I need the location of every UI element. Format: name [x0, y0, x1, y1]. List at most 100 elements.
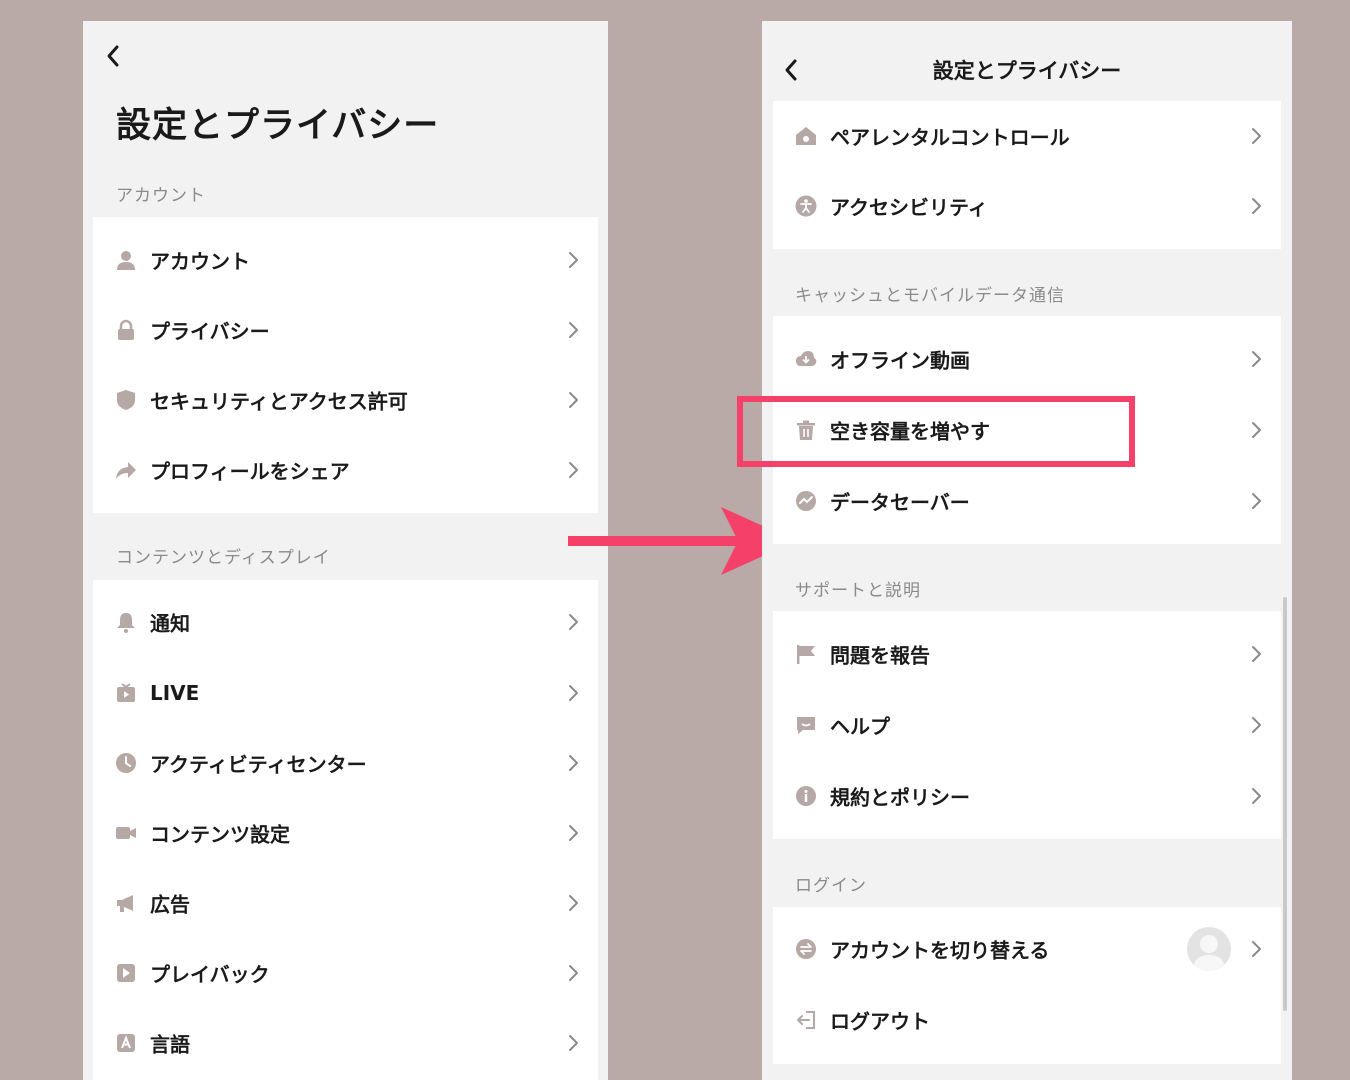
chevron-right-icon [1252, 351, 1261, 367]
account-card: アカウント プライバシー セキュリティとアクセス許可 プロフィールをシェア [93, 217, 598, 513]
cloud-download-icon [795, 348, 817, 370]
menu-item-label: ペアレンタルコントロール [830, 125, 1070, 150]
chevron-right-icon [1252, 128, 1261, 144]
menu-item-label: コンテンツ設定 [150, 822, 290, 847]
menu-item-label: プライバシー [150, 319, 270, 344]
menu-item-security[interactable]: セキュリティとアクセス許可 [93, 365, 598, 435]
flag-icon [795, 643, 817, 665]
menu-item-help[interactable]: ヘルプ [773, 690, 1281, 760]
menu-item-label: アカウント [150, 249, 250, 274]
cache-card: オフライン動画 空き容量を増やす データセーバー [773, 316, 1281, 544]
menu-item-label: オフライン動画 [830, 348, 970, 373]
megaphone-icon [115, 892, 137, 914]
chevron-right-icon [1252, 788, 1261, 804]
settings-screen-left: 設定とプライバシー アカウント アカウント プライバシー セキュリティとアクセス… [83, 21, 608, 1080]
section-label-content-display: コンテンツとディスプレイ [116, 548, 331, 568]
chevron-right-icon [569, 614, 578, 630]
menu-item-label: 広告 [150, 892, 190, 917]
video-camera-icon [115, 822, 137, 844]
menu-item-content-settings[interactable]: コンテンツ設定 [93, 798, 598, 868]
logout-icon [795, 1009, 817, 1031]
menu-item-label: ログアウト [830, 1009, 930, 1034]
person-icon [115, 249, 137, 271]
menu-item-offline-videos[interactable]: オフライン動画 [773, 324, 1281, 394]
switch-icon [795, 938, 817, 960]
chevron-right-icon [1252, 198, 1261, 214]
info-icon [795, 785, 817, 807]
shield-icon [115, 389, 137, 411]
clock-icon [115, 752, 137, 774]
chevron-right-icon [569, 1035, 578, 1051]
menu-item-accessibility[interactable]: アクセシビリティ [773, 171, 1281, 241]
menu-item-live[interactable]: LIVE [93, 658, 598, 728]
top-card: ペアレンタルコントロール アクセシビリティ [773, 101, 1281, 249]
chevron-right-icon [569, 685, 578, 701]
chevron-right-icon [1252, 941, 1261, 957]
chevron-right-icon [569, 895, 578, 911]
menu-item-label: 空き容量を増やす [830, 419, 990, 444]
menu-item-free-up-space[interactable]: 空き容量を増やす [773, 395, 1281, 465]
chevron-right-icon [1252, 493, 1261, 509]
chevron-right-icon [569, 825, 578, 841]
back-button[interactable] [99, 41, 135, 77]
settings-screen-right: 設定とプライバシー ペアレンタルコントロール アクセシビリティ キャッシュとモバ… [762, 21, 1292, 1080]
scrollbar[interactable] [1283, 597, 1287, 1011]
data-saver-icon [795, 490, 817, 512]
chevron-right-icon [569, 252, 578, 268]
chevron-right-icon [1252, 422, 1261, 438]
section-label-cache: キャッシュとモバイルデータ通信 [795, 286, 1065, 306]
chevron-right-icon [1252, 646, 1261, 662]
menu-item-terms-policies[interactable]: 規約とポリシー [773, 761, 1281, 831]
menu-item-label: アカウントを切り替える [830, 938, 1050, 963]
menu-item-playback[interactable]: プレイバック [93, 938, 598, 1008]
bell-icon [115, 611, 137, 633]
section-label-login: ログイン [795, 876, 867, 896]
menu-item-label: プロフィールをシェア [150, 459, 350, 484]
menu-item-label: 言語 [150, 1032, 190, 1057]
menu-item-label: プレイバック [150, 962, 270, 987]
menu-item-language[interactable]: 言語 [93, 1008, 598, 1078]
support-card: 問題を報告 ヘルプ 規約とポリシー [773, 611, 1281, 839]
menu-item-account[interactable]: アカウント [93, 225, 598, 295]
menu-item-ads[interactable]: 広告 [93, 868, 598, 938]
menu-item-logout[interactable]: ログアウト [773, 985, 1281, 1055]
section-label-account: アカウント [116, 186, 206, 206]
chevron-left-icon [107, 45, 119, 67]
menu-item-label: LIVE [150, 681, 200, 705]
chevron-right-icon [1252, 717, 1261, 733]
content-display-card: 通知 LIVE アクティビティセンター コンテンツ設定 広告 プレイバック 言語 [93, 580, 598, 1080]
menu-item-label: アクセシビリティ [830, 195, 988, 220]
section-label-support: サポートと説明 [795, 581, 921, 601]
chevron-right-icon [569, 322, 578, 338]
menu-item-label: 問題を報告 [830, 643, 930, 668]
menu-item-data-saver[interactable]: データセーバー [773, 466, 1281, 536]
menu-item-label: アクティビティセンター [150, 752, 367, 777]
home-icon [795, 125, 817, 147]
menu-item-parental-control[interactable]: ペアレンタルコントロール [773, 101, 1281, 171]
accessibility-icon [795, 195, 817, 217]
login-card: アカウントを切り替える ログアウト [773, 907, 1281, 1064]
menu-item-switch-account[interactable]: アカウントを切り替える [773, 914, 1281, 984]
menu-item-label: 通知 [150, 611, 190, 636]
chevron-right-icon [569, 755, 578, 771]
chevron-right-icon [569, 462, 578, 478]
page-title: 設定とプライバシー [116, 106, 440, 146]
language-icon [115, 1032, 137, 1054]
chevron-right-icon [569, 392, 578, 408]
chevron-right-icon [569, 965, 578, 981]
menu-item-label: データセーバー [830, 490, 970, 515]
menu-item-share-profile[interactable]: プロフィールをシェア [93, 435, 598, 505]
menu-item-label: ヘルプ [830, 714, 890, 739]
menu-item-report-problem[interactable]: 問題を報告 [773, 619, 1281, 689]
lock-icon [115, 319, 137, 341]
menu-item-privacy[interactable]: プライバシー [93, 295, 598, 365]
trash-icon [795, 419, 817, 441]
menu-item-label: 規約とポリシー [830, 785, 970, 810]
menu-item-label: セキュリティとアクセス許可 [150, 389, 408, 414]
nav-title: 設定とプライバシー [932, 59, 1122, 83]
play-icon [115, 962, 137, 984]
menu-item-activity-center[interactable]: アクティビティセンター [93, 728, 598, 798]
share-icon [115, 459, 137, 481]
avatar [1187, 927, 1231, 971]
menu-item-notifications[interactable]: 通知 [93, 587, 598, 657]
